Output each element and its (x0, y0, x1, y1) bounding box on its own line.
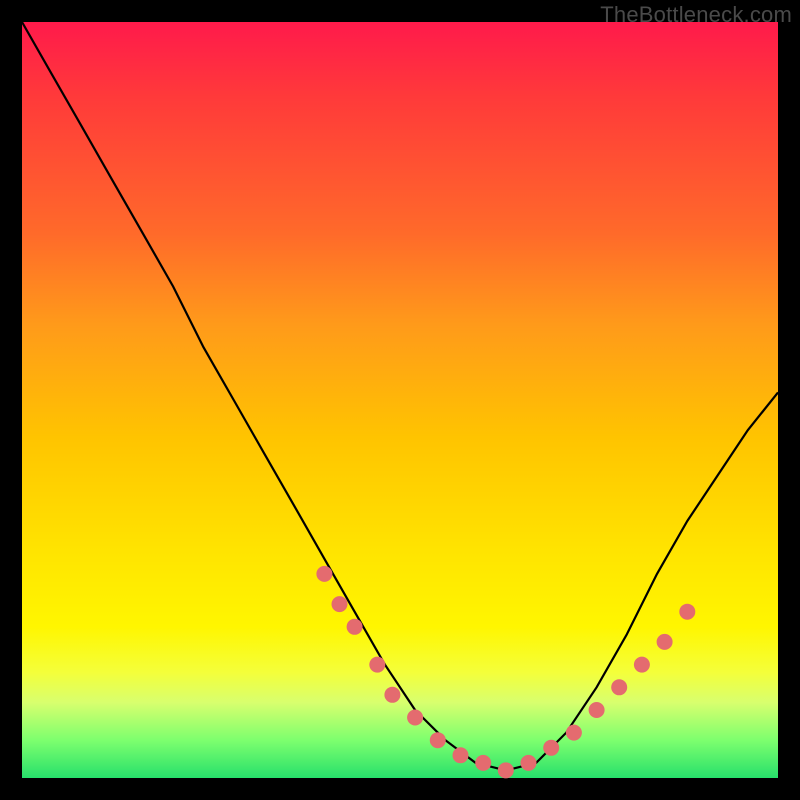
highlight-dot (369, 657, 385, 673)
highlight-dots (316, 566, 695, 779)
highlight-dot (475, 755, 491, 771)
highlight-dot (430, 732, 446, 748)
highlight-dot (679, 604, 695, 620)
curve-layer (22, 22, 778, 778)
highlight-dot (543, 740, 559, 756)
bottleneck-curve (22, 22, 778, 770)
highlight-dot (521, 755, 537, 771)
highlight-dot (384, 687, 400, 703)
highlight-dot (634, 657, 650, 673)
watermark-text: TheBottleneck.com (600, 2, 792, 28)
highlight-dot (316, 566, 332, 582)
highlight-dot (453, 747, 469, 763)
highlight-dot (566, 725, 582, 741)
highlight-dot (347, 619, 363, 635)
highlight-dot (657, 634, 673, 650)
highlight-dot (611, 679, 627, 695)
highlight-dot (407, 710, 423, 726)
plot-area (22, 22, 778, 778)
highlight-dot (589, 702, 605, 718)
highlight-dot (498, 762, 514, 778)
chart-frame: TheBottleneck.com (0, 0, 800, 800)
highlight-dot (332, 596, 348, 612)
